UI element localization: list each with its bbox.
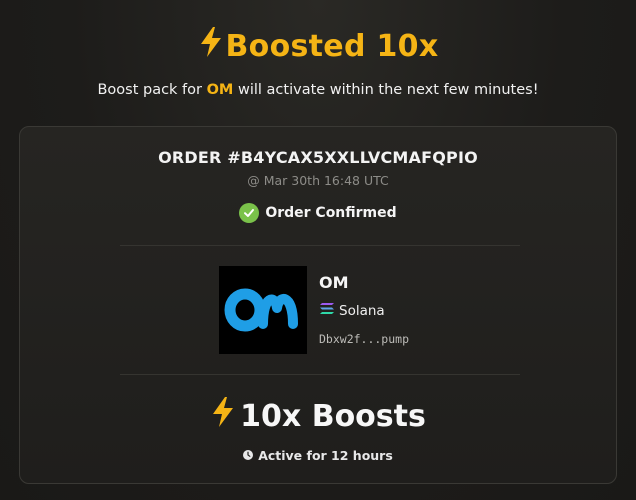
subtitle-prefix: Boost pack for	[97, 82, 207, 98]
lightning-icon	[210, 395, 236, 437]
boost-duration: Active for 12 hours	[20, 448, 616, 463]
order-status-label: Order Confirmed	[265, 205, 397, 221]
divider	[120, 374, 520, 375]
order-id: ORDER #B4YCAX5XXLLVCMAFQPIO	[158, 148, 478, 167]
divider	[120, 245, 520, 246]
solana-icon	[319, 302, 335, 319]
token-name: OM	[319, 273, 349, 292]
page-header: Boosted 10x	[0, 26, 636, 66]
token-address[interactable]: Dbxw2f...pump	[319, 332, 409, 346]
boost-count: 10x Boosts	[20, 395, 616, 437]
boost-title-text: Boosted 10x	[225, 28, 439, 64]
order-timestamp: @ Mar 30th 16:48 UTC	[247, 173, 389, 188]
order-status: Order Confirmed	[20, 203, 616, 223]
token-chain: Solana	[319, 302, 385, 319]
boost-count-label: 10x Boosts	[240, 398, 426, 434]
subtitle-token: OM	[206, 82, 234, 98]
token-chain-label: Solana	[339, 302, 385, 319]
token-logo	[219, 266, 307, 354]
boost-subtitle: Boost pack for OM will activate within t…	[0, 82, 636, 98]
boost-title: Boosted 10x	[198, 26, 439, 66]
check-circle-icon	[239, 203, 260, 223]
boost-duration-label: Active for 12 hours	[258, 448, 393, 463]
token-info: OM Solana Dbxw2f...pump	[219, 266, 479, 354]
subtitle-suffix: will activate within the next few minute…	[233, 82, 539, 98]
order-card: ORDER #B4YCAX5XXLLVCMAFQPIO @ Mar 30th 1…	[19, 126, 617, 484]
clock-icon	[243, 448, 254, 463]
lightning-icon	[198, 26, 224, 66]
